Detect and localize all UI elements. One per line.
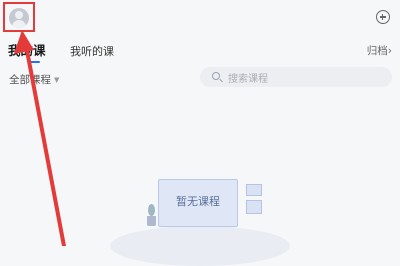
annotation-arrow xyxy=(14,30,66,246)
arrow-head xyxy=(14,30,34,54)
arrow-shaft xyxy=(23,38,66,246)
